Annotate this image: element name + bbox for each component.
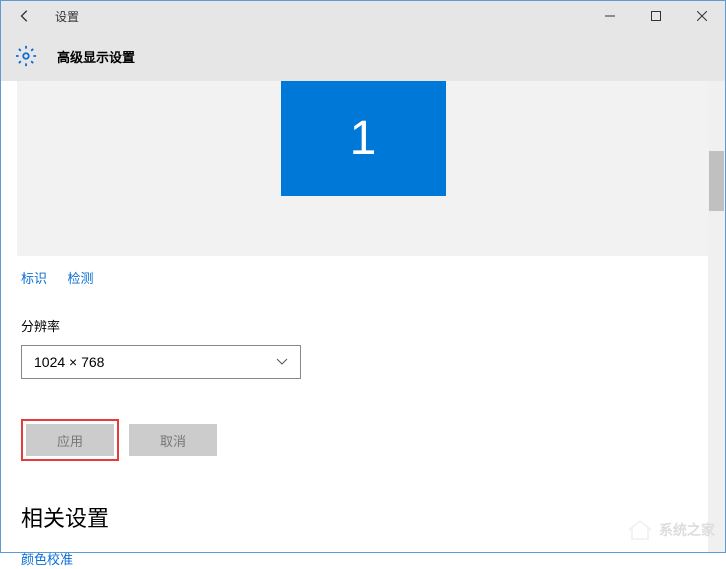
- resolution-label: 分辨率: [21, 316, 705, 335]
- content-area: 1 标识 检测 分辨率 1024 × 768 应用 取消 相关设置 颜色校准: [1, 81, 725, 552]
- back-button[interactable]: [13, 4, 37, 28]
- page-title: 高级显示设置: [57, 47, 135, 66]
- chevron-down-icon: [276, 355, 288, 369]
- page-header: 高级显示设置: [1, 31, 725, 81]
- monitor-preview-area: 1: [17, 81, 709, 256]
- cancel-button[interactable]: 取消: [129, 424, 217, 456]
- related-settings-heading: 相关设置: [21, 501, 705, 533]
- minimize-button[interactable]: [587, 1, 633, 31]
- monitor-number: 1: [350, 111, 377, 166]
- monitor-1[interactable]: 1: [281, 81, 446, 196]
- gear-icon: [15, 45, 37, 67]
- scrollbar-track[interactable]: [708, 81, 725, 552]
- close-button[interactable]: [679, 1, 725, 31]
- maximize-button[interactable]: [633, 1, 679, 31]
- window-controls: [587, 1, 725, 31]
- button-row: 应用 取消: [21, 419, 705, 461]
- resolution-dropdown[interactable]: 1024 × 768: [21, 345, 301, 379]
- titlebar: 设置: [1, 1, 725, 31]
- scrollbar-thumb[interactable]: [709, 151, 724, 211]
- monitor-links: 标识 检测: [21, 268, 705, 288]
- apply-highlight: 应用: [21, 419, 119, 461]
- detect-link[interactable]: 检测: [67, 271, 93, 286]
- window-title: 设置: [55, 8, 79, 25]
- apply-button[interactable]: 应用: [26, 424, 114, 456]
- identify-link[interactable]: 标识: [21, 271, 47, 286]
- color-calibration-link[interactable]: 颜色校准: [21, 549, 73, 568]
- resolution-value: 1024 × 768: [34, 354, 104, 370]
